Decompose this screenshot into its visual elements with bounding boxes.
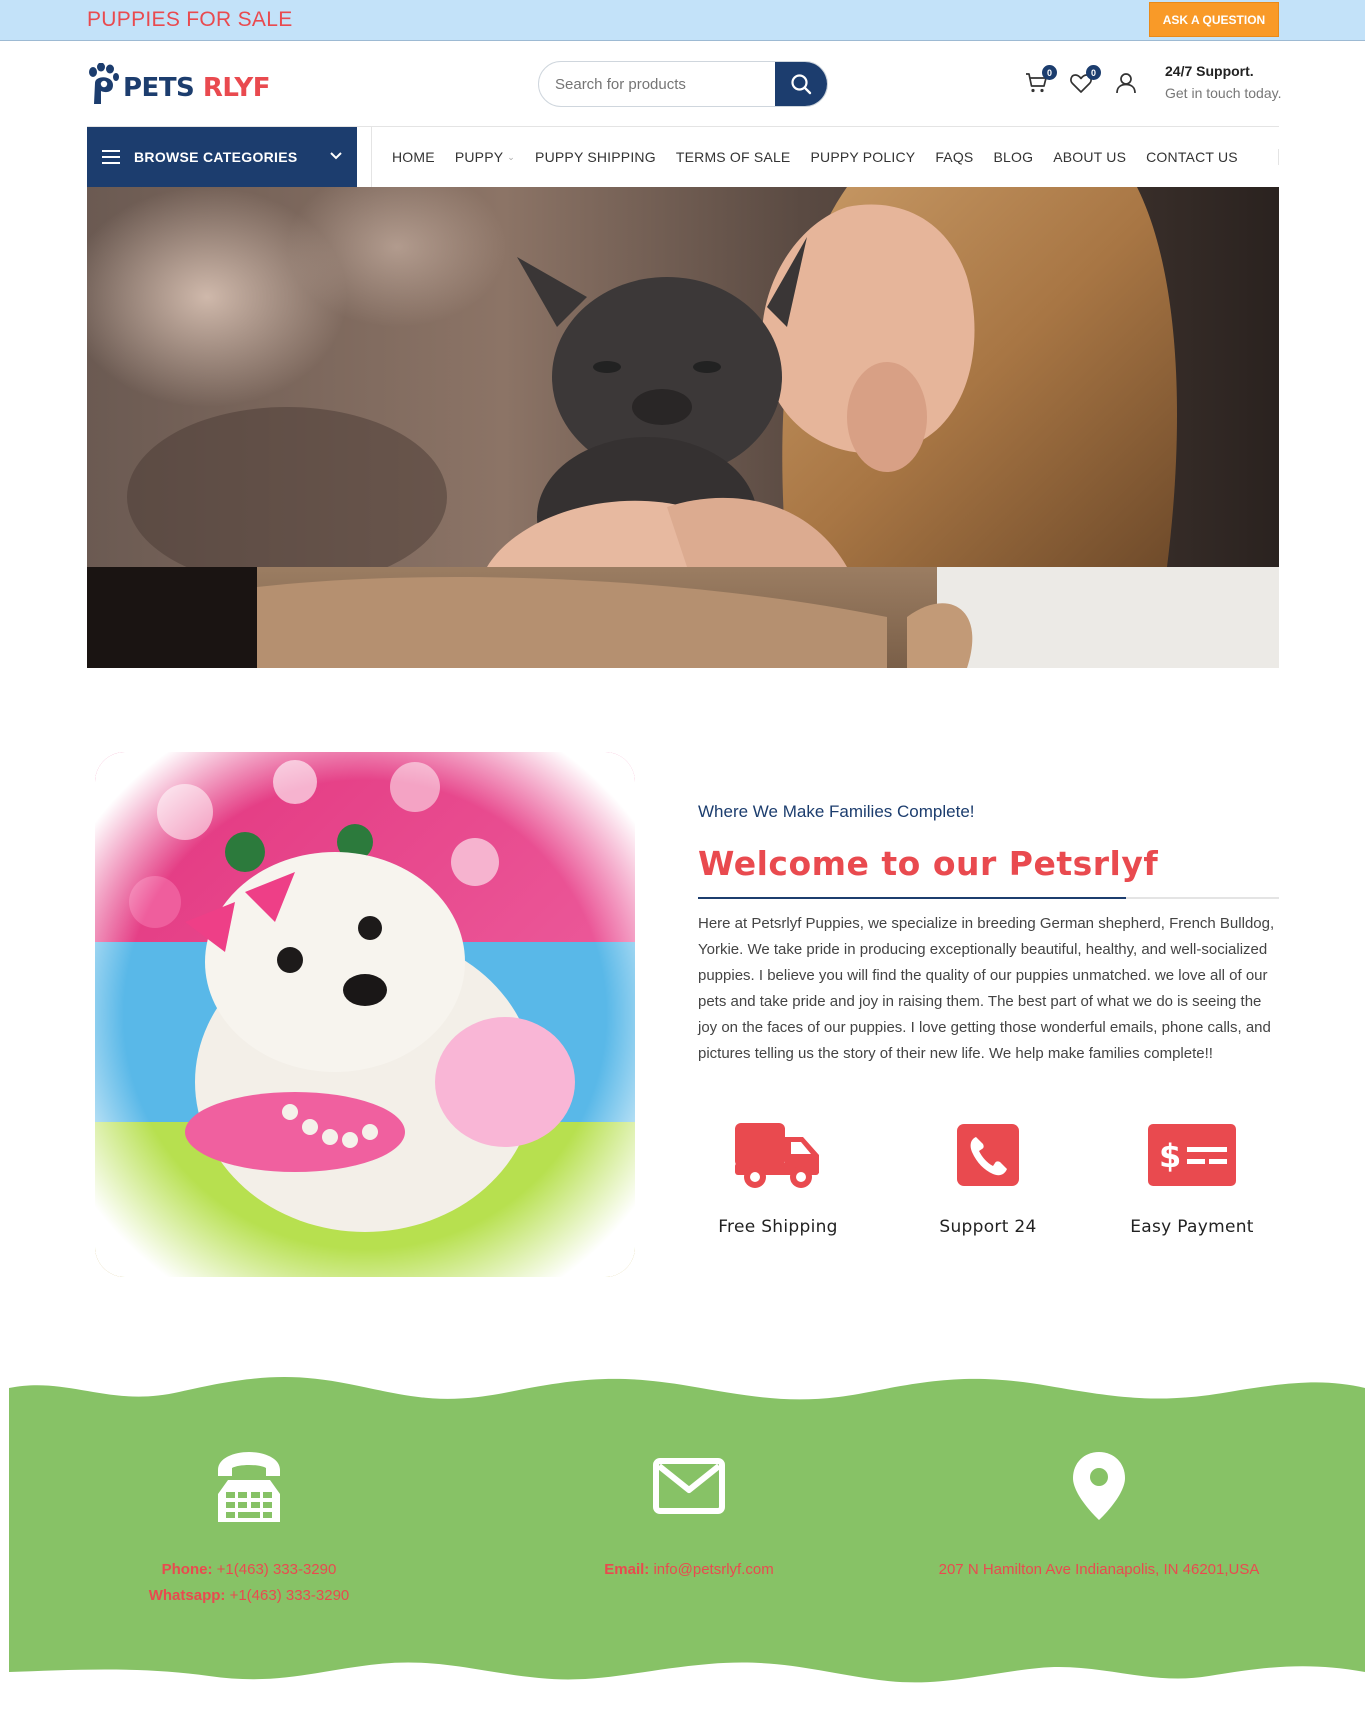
welcome-section: Where We Make Families Complete! Welcome… [698,802,1279,1067]
paw-logo-icon [87,62,119,105]
telephone-icon [218,1452,280,1522]
payment-card-icon: $ [1148,1124,1236,1186]
chevron-down-icon [330,152,342,160]
search-button[interactable] [775,62,827,106]
contact-phone-text: Phone: +1(463) 333-3290 Whatsapp: +1(463… [148,1561,350,1604]
cart-button[interactable]: 0 [1025,65,1057,99]
contact-band: Phone: +1(463) 333-3290 Whatsapp: +1(463… [9,1370,1365,1700]
hamburger-icon [102,150,120,164]
main-navigation: BROWSE CATEGORIES HOME PUPPY ⌄ PUPPY SHIP… [87,127,1279,187]
nav-divider-end [1278,149,1279,165]
nav-item-contact-us[interactable]: CONTACT US [1146,149,1238,165]
welcome-tagline: Where We Make Families Complete! [698,802,975,821]
feature-label: Free Shipping [718,1217,838,1237]
nav-item-about-us[interactable]: ABOUT US [1053,149,1126,165]
phone-icon [957,1124,1019,1186]
support-subtitle: Get in touch today. [1165,85,1282,101]
menu-bar: HOME PUPPY ⌄ PUPPY SHIPPING TERMS OF SALE… [371,127,1238,187]
hero-banner-image [87,187,1279,668]
support-info: 24/7 Support. Get in touch today. [1165,63,1281,101]
nav-item-blog[interactable]: BLOG [993,149,1033,165]
nav-item-puppy[interactable]: PUPPY ⌄ [455,149,515,165]
search-bar [538,61,828,107]
wishlist-button[interactable]: 0 [1069,65,1101,99]
user-icon [1116,73,1136,94]
feature-free-shipping: Free Shipping [698,1115,858,1237]
browse-categories-label: BROWSE CATEGORIES [134,149,298,165]
wishlist-count-badge: 0 [1086,65,1101,80]
promo-text: PUPPIES FOR SALE [87,8,293,31]
heading-underline [698,897,1279,899]
site-header: PETS RLYF 0 0 24/7 Support. Get [0,41,1365,127]
contact-address-text: 207 N Hamilton Ave Indianapolis, IN 4620… [938,1561,1260,1578]
nav-item-terms-of-sale[interactable]: TERMS OF SALE [676,149,791,165]
cart-count-badge: 0 [1042,65,1057,80]
truck-icon [735,1123,819,1188]
puppy-photo [95,752,635,1277]
contact-address: 207 N Hamilton Ave Indianapolis, IN 4620… [909,1450,1289,1583]
support-title: 24/7 Support. [1165,63,1254,79]
ask-question-button[interactable]: ASK A QUESTION [1149,2,1279,37]
search-input[interactable] [539,62,777,106]
nav-item-faqs[interactable]: FAQS [935,149,973,165]
account-button[interactable] [1114,71,1142,99]
feature-support-24: Support 24 [908,1115,1068,1237]
welcome-body-text: Here at Petsrlyf Puppies, we specialize … [698,915,1275,1062]
nav-item-puppy-label: PUPPY [454,149,504,165]
features-row: Free Shipping Support 24 $ Easy Payment [698,1115,1279,1255]
site-logo[interactable]: PETS RLYF [87,62,270,105]
caret-down-icon: ⌄ [507,151,516,162]
svg-text:$: $ [1159,1137,1181,1175]
feature-easy-payment: $ Easy Payment [1112,1115,1272,1237]
envelope-icon [653,1458,725,1514]
browse-categories-button[interactable]: BROWSE CATEGORIES [87,127,357,187]
nav-item-puppy-shipping[interactable]: PUPPY SHIPPING [535,149,656,165]
welcome-heading: Welcome to our Petsrlyf [698,844,1159,883]
top-bar: PUPPIES FOR SALE ASK A QUESTION [0,0,1365,41]
contact-email-text[interactable]: Email: info@petsrlyf.com [554,1557,824,1583]
feature-label: Support 24 [939,1217,1037,1237]
contact-phone: Phone: +1(463) 333-3290 Whatsapp: +1(463… [129,1450,369,1609]
nav-item-puppy-policy[interactable]: PUPPY POLICY [810,149,915,165]
search-icon [791,74,812,95]
nav-item-home[interactable]: HOME [392,149,435,165]
feature-label: Easy Payment [1130,1217,1254,1237]
contact-email: Email: info@petsrlyf.com [554,1450,824,1583]
map-pin-icon [1073,1452,1125,1520]
logo-text: PETS RLYF [123,73,270,103]
